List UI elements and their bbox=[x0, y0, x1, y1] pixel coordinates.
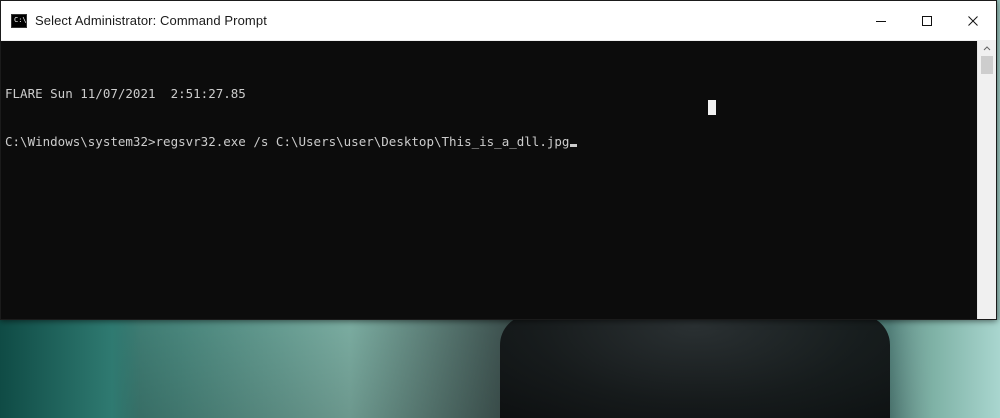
desktop-wallpaper-right bbox=[890, 320, 1000, 418]
desktop-wallpaper-left bbox=[0, 320, 140, 418]
title-bar[interactable]: C:\ Select Administrator: Command Prompt bbox=[1, 1, 996, 41]
title-left: C:\ Select Administrator: Command Prompt bbox=[1, 13, 267, 28]
minimize-icon bbox=[876, 16, 886, 26]
console-line-command: C:\Windows\system32>regsvr32.exe /s C:\U… bbox=[5, 134, 977, 150]
console-prompt: C:\Windows\system32> bbox=[5, 134, 156, 149]
desktop-wallpaper-dark-shape bbox=[500, 315, 890, 418]
console-line-timestamp: FLARE Sun 11/07/2021 2:51:27.85 bbox=[5, 86, 246, 101]
maximize-button[interactable] bbox=[904, 1, 950, 41]
maximize-icon bbox=[922, 15, 932, 26]
vertical-scrollbar[interactable] bbox=[977, 41, 996, 319]
scroll-up-button[interactable] bbox=[978, 41, 996, 54]
scroll-thumb[interactable] bbox=[981, 56, 993, 74]
chevron-up-icon bbox=[983, 45, 991, 51]
command-prompt-window: C:\ Select Administrator: Command Prompt bbox=[0, 0, 997, 320]
window-controls bbox=[858, 1, 996, 41]
cmd-icon[interactable]: C:\ bbox=[11, 13, 27, 28]
mouse-cursor bbox=[708, 100, 716, 115]
window-title: Select Administrator: Command Prompt bbox=[35, 13, 267, 28]
minimize-button[interactable] bbox=[858, 1, 904, 41]
close-icon bbox=[968, 15, 978, 26]
close-button[interactable] bbox=[950, 1, 996, 41]
text-cursor bbox=[570, 144, 578, 147]
console-area[interactable]: FLARE Sun 11/07/2021 2:51:27.85 C:\Windo… bbox=[1, 41, 977, 319]
console-output[interactable]: FLARE Sun 11/07/2021 2:51:27.85 C:\Windo… bbox=[1, 41, 977, 182]
console-command: regsvr32.exe /s C:\Users\user\Desktop\Th… bbox=[155, 134, 570, 149]
cmd-icon-text: C:\ bbox=[14, 15, 27, 24]
